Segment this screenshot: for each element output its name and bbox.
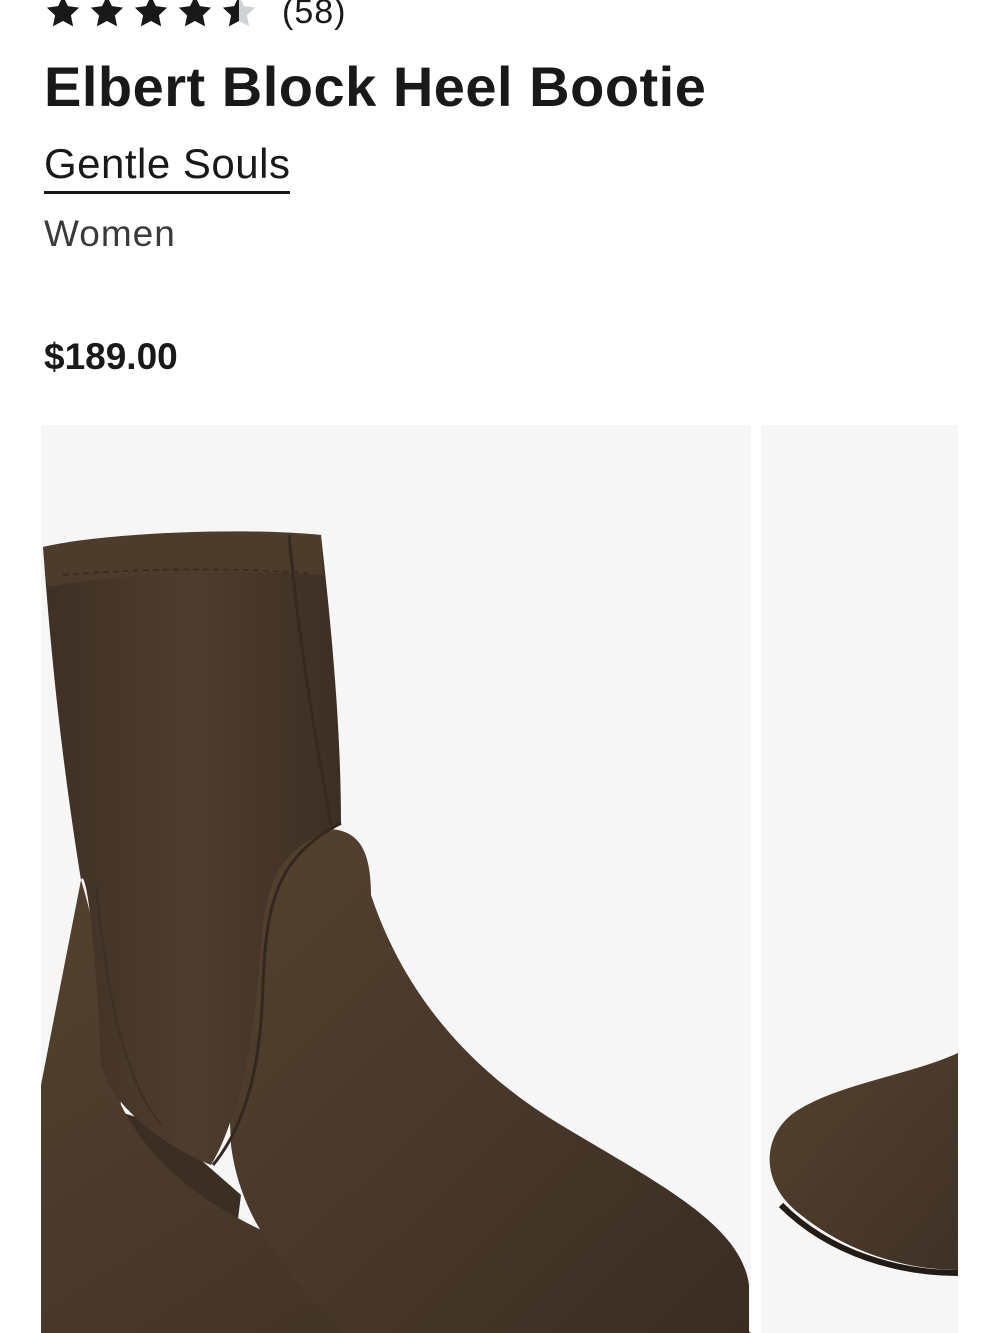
star-filled-icon — [46, 0, 80, 27]
bootie-side-image — [41, 531, 751, 1333]
product-image-carousel[interactable] — [41, 425, 1000, 1333]
brand-link[interactable]: Gentle Souls — [44, 140, 291, 194]
product-price: $189.00 — [44, 336, 178, 377]
product-title: Elbert Block Heel Bootie — [44, 55, 707, 118]
rating-summary[interactable]: (58) — [44, 0, 346, 36]
star-rating — [44, 0, 258, 31]
gender-label: Women — [44, 213, 176, 254]
bootie-toe-image — [769, 1053, 958, 1276]
star-half-icon — [222, 0, 256, 27]
product-image-next[interactable] — [761, 425, 958, 1333]
product-page: (58) Elbert Block Heel Bootie Gentle Sou… — [0, 0, 1000, 1333]
star-filled-icon — [134, 0, 168, 27]
product-image-main[interactable] — [41, 425, 751, 1333]
star-filled-icon — [178, 0, 212, 27]
star-filled-icon — [90, 0, 124, 27]
review-count[interactable]: (58) — [282, 0, 346, 29]
